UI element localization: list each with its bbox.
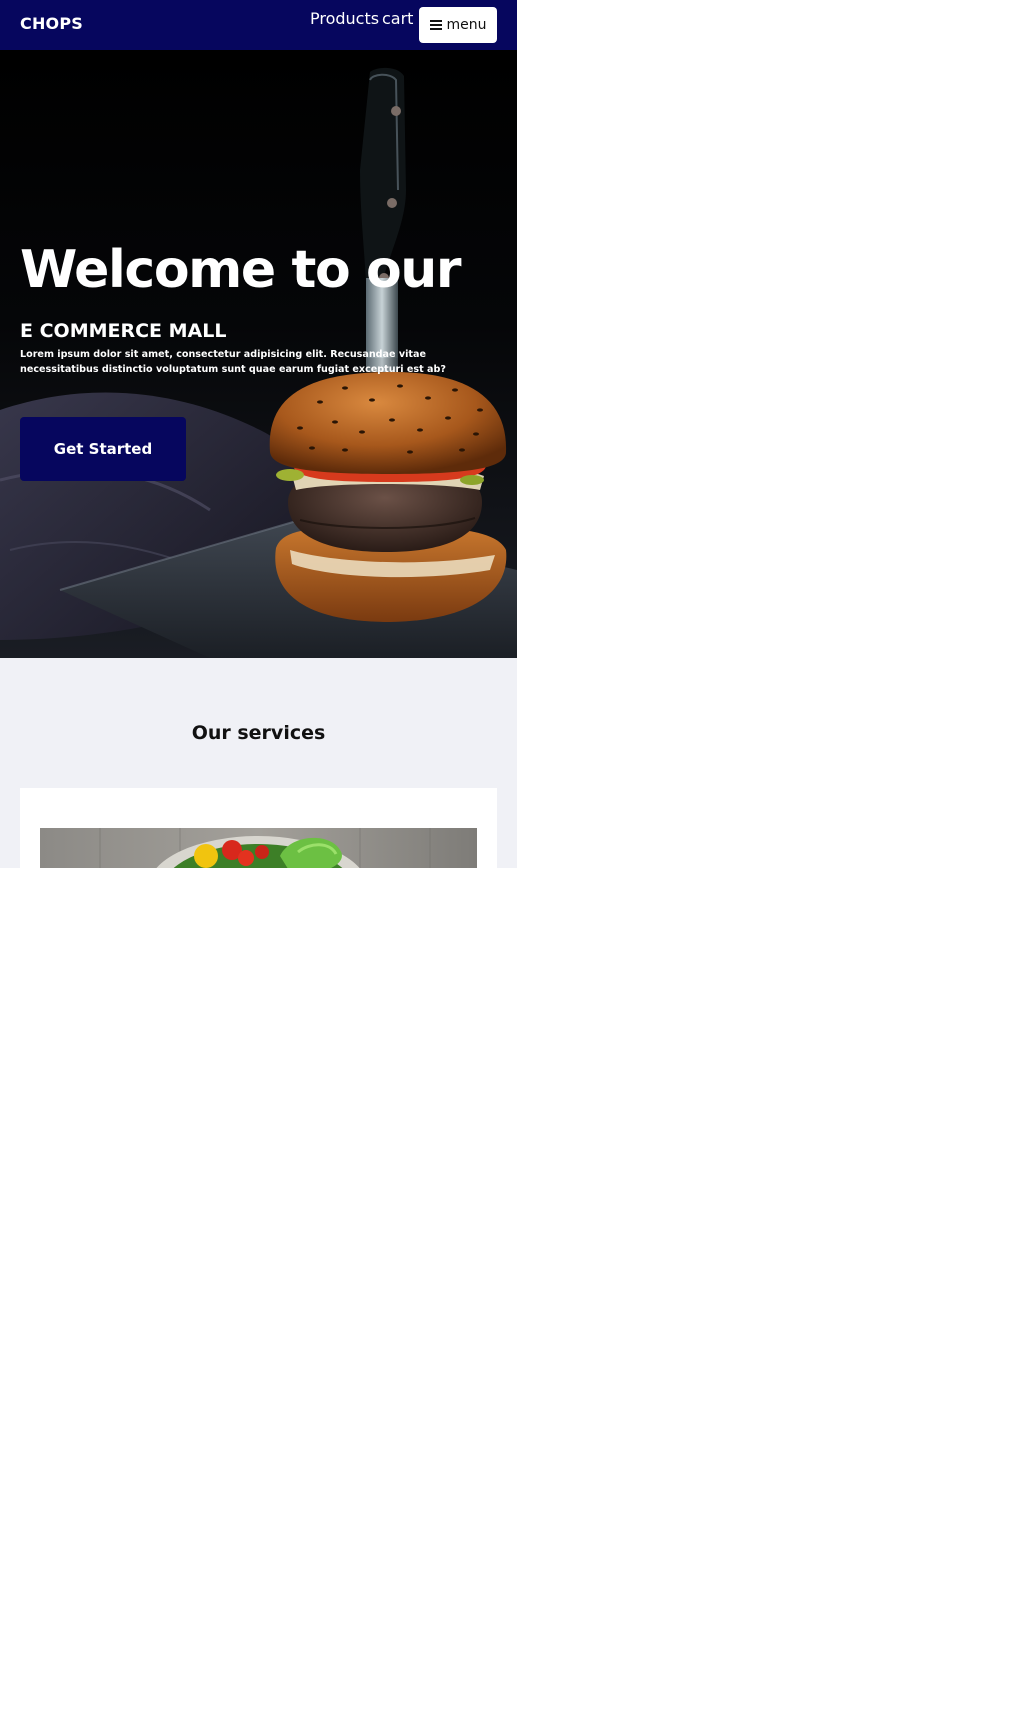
menu-button[interactable]: menu	[419, 7, 497, 43]
service-card	[20, 788, 497, 868]
services-title: Our services	[191, 722, 326, 744]
brand-logo[interactable]: CHOPS	[20, 14, 83, 33]
service-card-salad-image	[40, 828, 477, 868]
get-started-button[interactable]: Get Started	[20, 417, 186, 481]
nav-link-products[interactable]: Products	[310, 9, 379, 28]
menu-button-label: menu	[446, 17, 487, 33]
navbar: CHOPS Products cart menu	[0, 0, 517, 50]
hero-subtitle: E COMMERCE MALL	[20, 320, 227, 342]
hero-section: Welcome to our E COMMERCE MALL Lorem ips…	[0, 50, 517, 658]
services-section: Our services	[0, 658, 517, 868]
nav-link-cart[interactable]: cart	[382, 9, 413, 28]
hero-description: Lorem ipsum dolor sit amet, consectetur …	[20, 349, 446, 375]
page: CHOPS Products cart menu Welcome to our …	[0, 0, 517, 868]
hamburger-icon	[429, 20, 442, 30]
hero-title: Welcome to our	[20, 240, 462, 300]
